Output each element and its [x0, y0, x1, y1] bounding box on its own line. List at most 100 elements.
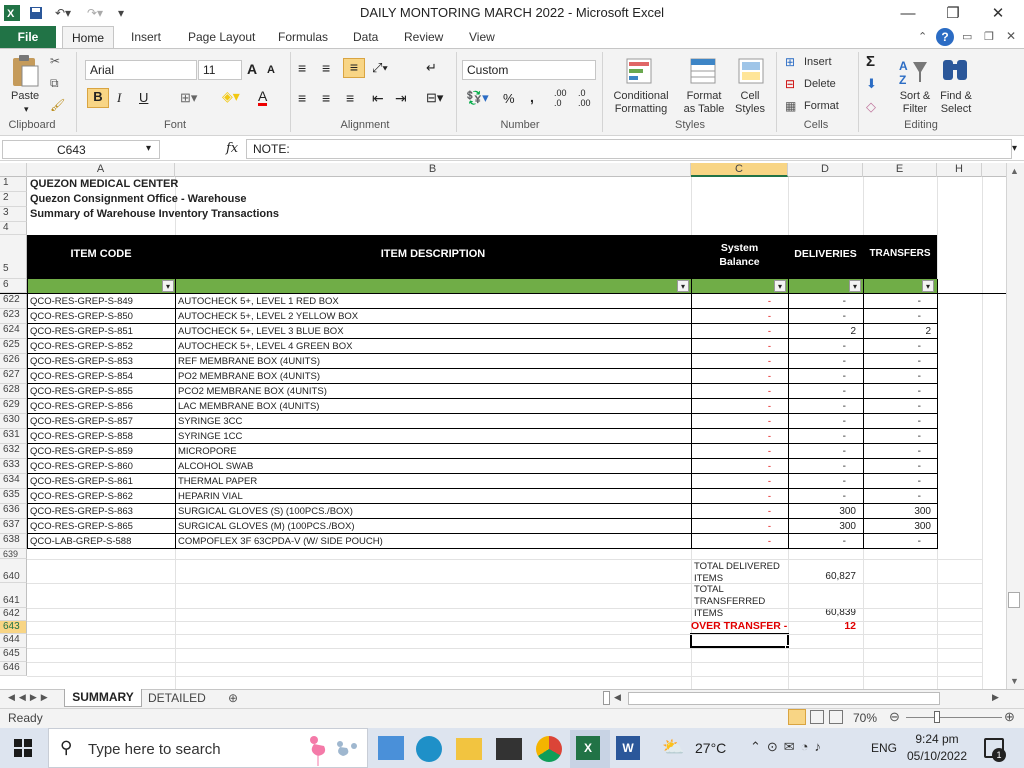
transfers-cell[interactable]: - — [863, 461, 921, 472]
total-delivered-value[interactable]: 60,827 — [788, 571, 856, 582]
row-header[interactable]: 633 — [0, 459, 27, 474]
deliveries-cell[interactable]: - — [788, 446, 846, 457]
system-balance-cell[interactable]: - — [691, 386, 771, 397]
deliveries-cell[interactable]: - — [788, 416, 846, 427]
filter-dropdown-icon[interactable]: ▾ — [162, 280, 174, 292]
row-header[interactable]: 642 — [0, 608, 27, 621]
minimize-button[interactable]: — — [886, 2, 930, 24]
zoom-slider-thumb[interactable] — [934, 711, 940, 723]
filter-dropdown-icon[interactable]: ▾ — [922, 280, 934, 292]
column-header-h[interactable]: H — [937, 163, 982, 177]
column-header-a[interactable]: A — [27, 163, 175, 177]
row-header[interactable]: 629 — [0, 399, 27, 414]
worksheet-grid[interactable]: 1 QUEZON MEDICAL CENTER 2 Quezon Consign… — [0, 177, 1006, 689]
vertical-scroll-thumb[interactable] — [1008, 592, 1020, 608]
deliveries-cell[interactable]: 2 — [788, 326, 856, 337]
weather-icon[interactable]: ⛅ — [662, 737, 684, 758]
system-balance-cell[interactable]: - — [691, 491, 771, 502]
doc-close-icon[interactable]: ✕ — [1006, 29, 1016, 43]
tab-page-layout[interactable]: Page Layout — [188, 30, 255, 44]
align-center-icon[interactable]: ≡ — [322, 90, 330, 106]
weather-temp[interactable]: 27°C — [695, 740, 726, 756]
format-as-table-button[interactable]: Format as Table — [676, 90, 732, 116]
align-right-icon[interactable]: ≡ — [346, 90, 354, 106]
deliveries-cell[interactable]: - — [788, 386, 846, 397]
transfers-cell[interactable]: - — [863, 446, 921, 457]
windows-start-icon[interactable] — [14, 739, 32, 760]
row-header[interactable]: 640 — [0, 559, 27, 583]
paste-icon[interactable] — [8, 53, 42, 89]
item-description-cell[interactable]: SURGICAL GLOVES (M) (100PCS./BOX) — [178, 521, 688, 532]
row-header[interactable]: 634 — [0, 474, 27, 489]
file-explorer-icon[interactable] — [456, 738, 482, 760]
item-description-cell[interactable]: HEPARIN VIAL — [178, 491, 688, 502]
scroll-up-icon[interactable]: ▲ — [1010, 166, 1019, 176]
item-description-cell[interactable]: AUTOCHECK 5+, LEVEL 1 RED BOX — [178, 296, 688, 307]
scroll-right-icon[interactable]: ▶ — [992, 692, 999, 703]
summary-title-cell[interactable]: Summary of Warehouse Inventory Transacti… — [30, 208, 279, 220]
bold-button[interactable]: B — [87, 88, 109, 108]
insert-cells-icon[interactable]: ⊞ — [785, 55, 795, 69]
page-break-view-icon[interactable] — [829, 710, 843, 724]
cut-icon[interactable]: ✂ — [50, 54, 60, 68]
find-select-icon[interactable] — [940, 54, 970, 88]
row-header[interactable]: 2 — [0, 192, 27, 207]
row-header[interactable]: 627 — [0, 369, 27, 384]
item-description-cell[interactable]: PO2 MEMBRANE BOX (4UNITS) — [178, 371, 688, 382]
item-description-cell[interactable]: SYRINGE 1CC — [178, 431, 688, 442]
total-delivered-label[interactable]: TOTAL DELIVERED ITEMS — [694, 561, 786, 585]
row-header[interactable]: 637 — [0, 519, 27, 534]
new-sheet-icon[interactable]: ⊕ — [228, 691, 238, 705]
title-cell[interactable]: QUEZON MEDICAL CENTER — [30, 178, 178, 190]
system-balance-cell[interactable]: - — [691, 431, 771, 442]
row-header[interactable]: 626 — [0, 354, 27, 369]
column-header-e[interactable]: E — [863, 163, 937, 177]
row-header[interactable]: 636 — [0, 504, 27, 519]
tab-home[interactable]: Home — [62, 26, 114, 49]
item-code-cell[interactable]: QCO-LAB-GREP-S-588 — [30, 536, 174, 547]
chrome-icon[interactable] — [536, 736, 562, 762]
language-indicator[interactable]: ENG — [871, 741, 897, 755]
clock-date[interactable]: 05/10/2022 — [904, 749, 970, 763]
excel-taskbar-icon[interactable]: X — [576, 736, 600, 760]
increase-decimal-button[interactable]: .00 .0 — [554, 88, 567, 108]
row-header[interactable]: 3 — [0, 207, 27, 222]
header-item-description[interactable]: ITEM DESCRIPTION — [175, 248, 691, 260]
tab-review[interactable]: Review — [404, 30, 443, 44]
item-code-cell[interactable]: QCO-RES-GREP-S-852 — [30, 341, 174, 352]
deliveries-cell[interactable]: - — [788, 296, 846, 307]
deliveries-cell[interactable]: - — [788, 536, 846, 547]
select-all-corner[interactable] — [0, 163, 27, 177]
system-balance-cell[interactable]: - — [691, 521, 771, 532]
item-description-cell[interactable]: THERMAL PAPER — [178, 476, 688, 487]
transfers-cell[interactable]: - — [863, 341, 921, 352]
header-system-balance[interactable]: System Balance — [691, 241, 788, 269]
row-header[interactable]: 624 — [0, 324, 27, 339]
decrease-indent-icon[interactable]: ⇤ — [372, 90, 384, 107]
row-header[interactable]: 646 — [0, 662, 27, 676]
item-description-cell[interactable]: MICROPORE — [178, 446, 688, 457]
subtitle-cell[interactable]: Quezon Consignment Office - Warehouse — [30, 193, 247, 205]
clear-icon[interactable]: ◇ — [866, 99, 876, 115]
transfers-cell[interactable]: - — [863, 296, 921, 307]
row-header[interactable]: 631 — [0, 429, 27, 444]
comma-style-button[interactable]: , — [530, 89, 534, 105]
task-view-icon[interactable] — [378, 736, 404, 760]
row-header[interactable]: 625 — [0, 339, 27, 354]
decrease-decimal-button[interactable]: .0 .00 — [578, 88, 591, 108]
deliveries-cell[interactable]: - — [788, 371, 846, 382]
header-deliveries[interactable]: DELIVERIES — [788, 248, 863, 260]
formula-input[interactable]: NOTE: — [246, 139, 1012, 159]
expand-formula-bar-icon[interactable]: ▾ — [1012, 143, 1017, 154]
percent-style-button[interactable]: % — [503, 91, 515, 106]
system-balance-cell[interactable]: - — [691, 476, 771, 487]
item-description-cell[interactable]: ALCOHOL SWAB — [178, 461, 688, 472]
transfers-cell[interactable]: - — [863, 311, 921, 322]
delete-cells-button[interactable]: Delete — [804, 78, 836, 90]
item-description-cell[interactable]: AUTOCHECK 5+, LEVEL 2 YELLOW BOX — [178, 311, 688, 322]
font-size-combo[interactable]: 11 — [198, 60, 242, 80]
increase-indent-icon[interactable]: ⇥ — [395, 90, 407, 107]
autosum-button[interactable]: Σ — [866, 53, 875, 70]
transfers-cell[interactable]: - — [863, 536, 921, 547]
doc-minimize-icon[interactable]: ▭ — [962, 30, 972, 43]
